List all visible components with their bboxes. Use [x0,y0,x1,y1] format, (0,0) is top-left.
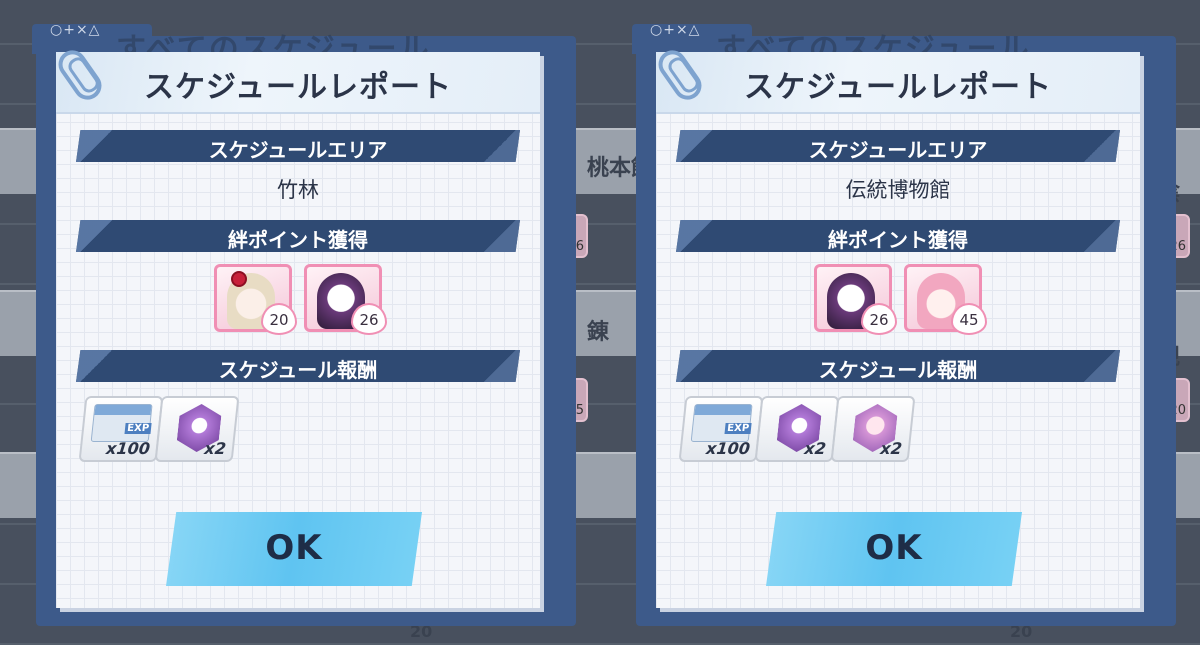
reward-qty: x2 [879,439,903,458]
reward-section-header: スケジュール報酬 [676,350,1120,382]
heart-icon: 45 [951,303,987,335]
character-fox-mask-portrait[interactable]: 26 [814,264,897,335]
exp-ticket-item[interactable]: x100 [678,396,764,462]
bond-value: 20 [269,311,289,329]
ok-button[interactable]: OK [166,512,422,586]
reward-qty: x100 [705,439,751,458]
heart-icon: 20 [261,303,297,335]
bond-value: 26 [869,311,889,329]
report-header: スケジュールレポート [656,52,1140,114]
ok-button-label: OK [865,528,923,568]
heart-icon: 26 [351,303,387,335]
bond-section-label: 絆ポイント獲得 [828,228,968,252]
purple-gem-item[interactable]: x2 [754,396,840,462]
area-section-header: スケジュールエリア [76,130,520,162]
schedule-report-dialog: ○+×△ すべてのスケジュール スケジュールレポート スケジュールエリア 伝統博… [632,22,1176,626]
exp-ticket-icon [690,404,753,442]
heart-icon: 26 [861,303,897,335]
reward-section-label: スケジュール報酬 [218,358,378,382]
character-pink-hair-portrait[interactable]: 45 [904,264,987,335]
exp-ticket-icon [90,404,153,442]
reward-section-label: スケジュール報酬 [818,358,978,382]
ok-button-label: OK [265,528,323,568]
character-fox-mask-portrait[interactable]: 26 [304,264,387,335]
report-title: スケジュールレポート [144,70,452,105]
purple-gem-item[interactable]: x2 [154,396,240,462]
bond-value: 45 [959,311,979,329]
report-paper: スケジュールレポート スケジュールエリア 伝統博物館 絆ポイント獲得 26 45… [653,44,1140,608]
area-section-header: スケジュールエリア [676,130,1120,162]
reward-section-header: スケジュール報酬 [76,350,520,382]
reward-list: x100 x2 x2 [656,396,1140,466]
report-paper: スケジュールレポート スケジュールエリア 竹林 絆ポイント獲得 20 26 スケ… [53,44,540,608]
bg-row-name: 錬 [586,320,609,345]
report-title: スケジュールレポート [744,70,1052,105]
area-value: 竹林 [277,178,319,202]
bond-section-label: 絆ポイント獲得 [228,228,368,252]
pink-gem-item[interactable]: x2 [830,396,916,462]
exp-ticket-item[interactable]: x100 [78,396,164,462]
reward-qty: x2 [203,439,227,458]
rose-icon [231,271,247,287]
bond-value: 26 [359,311,379,329]
reward-list: x100 x2 [56,396,540,466]
schedule-report-dialog: ○+×△ すべてのスケジュール スケジュールレポート スケジュールエリア 竹林 … [32,22,576,626]
playstation-buttons-icon: ○+×△ [50,22,101,38]
bond-section-header: 絆ポイント獲得 [76,220,520,252]
report-header: スケジュールレポート [56,52,540,114]
reward-qty: x100 [105,439,151,458]
bond-points-list: 20 26 [56,264,540,335]
ok-button[interactable]: OK [766,512,1022,586]
area-value: 伝統博物館 [845,178,951,202]
bond-section-header: 絆ポイント獲得 [676,220,1120,252]
reward-qty: x2 [803,439,827,458]
bond-points-list: 26 45 [656,264,1140,335]
area-section-label: スケジュールエリア [208,138,388,162]
character-blonde-portrait[interactable]: 20 [214,264,297,335]
area-section-label: スケジュールエリア [808,138,988,162]
playstation-buttons-icon: ○+×△ [650,22,701,38]
